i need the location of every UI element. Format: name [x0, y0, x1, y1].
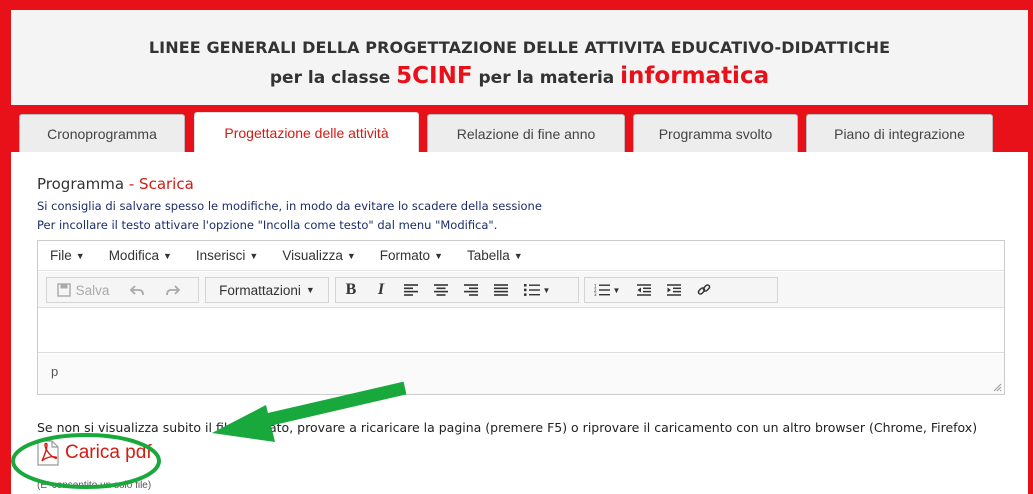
tab-piano-integrazione[interactable]: Piano di integrazione	[806, 114, 993, 152]
editor-menubar: File ▼ Modifica ▼ Inserisci ▼ Visualizza ▼ F…	[38, 241, 1004, 271]
menu-tabella[interactable]: Tabella ▼	[467, 248, 523, 263]
menu-modifica[interactable]: Modifica ▼	[109, 248, 172, 263]
align-left-icon	[404, 284, 418, 296]
program-title: Programma	[37, 175, 125, 193]
page-header: LINEE GENERALI DELLA PROGETTAZIONE DELLE…	[11, 10, 1028, 105]
program-heading: Programma - Scarica	[37, 175, 194, 193]
outdent-button[interactable]	[629, 278, 659, 302]
menu-formato[interactable]: Formato ▼	[380, 248, 443, 263]
chevron-down-icon: ▼	[434, 251, 443, 261]
menu-tabella-label: Tabella	[466, 248, 510, 263]
resize-grip-icon[interactable]	[992, 382, 1002, 392]
formats-button[interactable]: Formattazioni ▼	[206, 278, 328, 302]
chevron-down-icon: ▼	[249, 251, 259, 261]
save-button[interactable]: Salva	[47, 278, 119, 302]
save-icon	[56, 283, 71, 297]
redo-icon	[166, 285, 181, 296]
outdent-icon	[637, 284, 651, 296]
class-name: 5CINF	[396, 63, 473, 89]
save-hint: Si consiglia di salvare spesso le modifi…	[37, 199, 542, 213]
link-button[interactable]	[689, 278, 719, 302]
chevron-down-icon: ▼	[346, 251, 356, 261]
link-icon	[697, 284, 711, 295]
pdf-icon	[37, 440, 59, 466]
tab-progettazione[interactable]: Progettazione delle attività	[194, 112, 419, 152]
history-group: Salva	[46, 277, 199, 303]
page-title: LINEE GENERALI DELLA PROGETTAZIONE DELLE…	[148, 38, 891, 57]
chevron-down-icon: ▼	[542, 285, 551, 295]
numbered-list-icon: 123	[594, 284, 610, 296]
menu-file-label: File	[50, 248, 72, 263]
upload-limit-note: (E' consentito un solo file)	[37, 480, 152, 491]
bullet-list-icon	[523, 284, 540, 296]
undo-button[interactable]	[119, 278, 155, 302]
element-path: p	[51, 364, 59, 379]
page-subtitle: per la classe 5CINF per la materia infor…	[11, 63, 1028, 89]
align-right-button[interactable]	[456, 278, 486, 302]
subtitle-text-a: per la classe	[269, 68, 397, 88]
align-center-button[interactable]	[426, 278, 456, 302]
chevron-down-icon: ▼	[75, 251, 85, 261]
text-format-group: B I ▼	[335, 277, 579, 303]
align-justify-button[interactable]	[486, 278, 516, 302]
menu-visualizza-label: Visualizza	[282, 248, 343, 263]
program-separator: -	[124, 175, 140, 193]
indent-button[interactable]	[659, 278, 689, 302]
svg-text:3: 3	[594, 292, 597, 296]
indent-icon	[667, 284, 681, 296]
italic-button[interactable]: I	[366, 278, 396, 302]
formats-label: Formattazioni	[219, 282, 301, 298]
formats-dropdown[interactable]: Formattazioni ▼	[205, 277, 329, 303]
bold-button[interactable]: B	[336, 278, 366, 302]
tab-programma-svolto[interactable]: Programma svolto	[633, 114, 798, 152]
main-content: Programma - Scarica Si consiglia di salv…	[11, 152, 1028, 494]
list-indent-group: 123 ▼	[584, 277, 778, 303]
download-link[interactable]: Scarica	[139, 175, 194, 193]
menu-visualizza[interactable]: Visualizza ▼	[282, 248, 355, 263]
tab-relazione[interactable]: Relazione di fine anno	[427, 114, 625, 152]
chevron-down-icon: ▼	[612, 285, 621, 295]
align-justify-icon	[494, 284, 508, 296]
menu-file[interactable]: File ▼	[50, 248, 85, 263]
align-left-button[interactable]	[396, 278, 426, 302]
tab-bar: Cronoprogramma Progettazione delle attiv…	[11, 105, 1028, 152]
save-label: Salva	[75, 282, 110, 298]
chevron-down-icon: ▼	[513, 251, 523, 261]
undo-icon	[129, 285, 144, 296]
editor-toolbar: Salva Formattazioni ▼ B I ▼ 1 2 3 ▼	[38, 272, 1004, 308]
menu-inserisci-label: Inserisci	[195, 248, 246, 263]
align-center-icon	[434, 284, 448, 296]
align-right-icon	[464, 284, 478, 296]
tab-cronoprogramma[interactable]: Cronoprogramma	[19, 114, 185, 152]
bullet-list-button[interactable]: ▼	[516, 278, 558, 302]
subject-name: informatica	[620, 63, 770, 89]
subtitle-text-b: per la materia	[472, 68, 621, 88]
editor-content-area[interactable]	[38, 309, 1004, 353]
rich-text-editor: File ▼ Modifica ▼ Inserisci ▼ Visualizza ▼ F…	[37, 240, 1005, 395]
upload-pdf-label: Carica pdf	[65, 442, 152, 463]
paste-hint: Per incollare il testo attivare l'opzion…	[37, 218, 498, 232]
menu-inserisci[interactable]: Inserisci ▼	[196, 248, 258, 263]
menu-modifica-label: Modifica	[108, 248, 159, 263]
menu-formato-label: Formato	[379, 248, 431, 263]
chevron-down-icon: ▼	[162, 251, 172, 261]
editor-statusbar: p	[38, 354, 1004, 394]
upload-note: Se non si visualizza subito il file cari…	[37, 420, 978, 435]
upload-pdf-button[interactable]: Carica pdf	[37, 437, 152, 469]
numbered-list-button[interactable]: 123 ▼	[585, 278, 629, 302]
redo-button[interactable]	[155, 278, 191, 302]
chevron-down-icon: ▼	[305, 285, 315, 295]
